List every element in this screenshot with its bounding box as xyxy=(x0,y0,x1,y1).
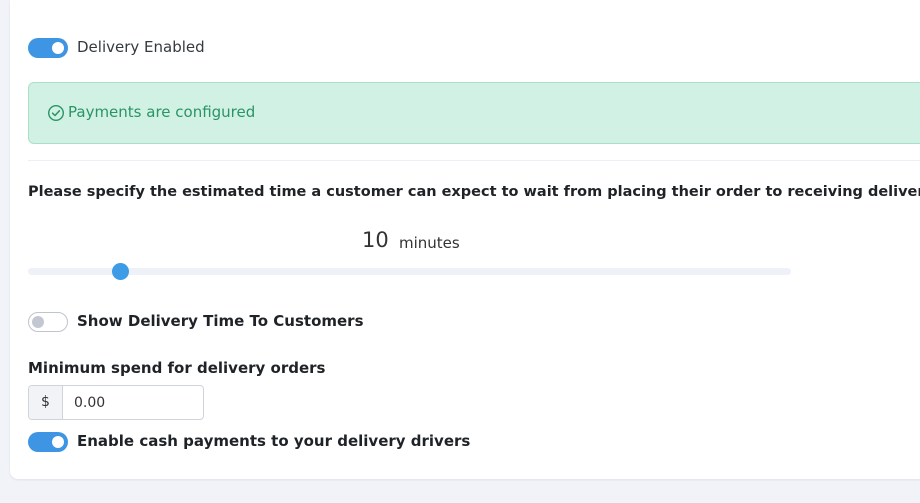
delivery-enabled-toggle[interactable] xyxy=(28,38,68,58)
wait-time-slider-thumb[interactable] xyxy=(111,263,129,280)
minimum-spend-label: Minimum spend for delivery orders xyxy=(28,359,326,377)
cash-payments-label: Enable cash payments to your delivery dr… xyxy=(77,432,471,450)
payments-configured-text: Payments are configured xyxy=(68,103,256,121)
minimum-spend-input-group: $ xyxy=(28,385,204,420)
toggle-knob xyxy=(52,42,64,54)
cash-payments-toggle[interactable] xyxy=(28,432,68,452)
payments-configured-alert: Payments are configured xyxy=(28,82,920,144)
wait-time-question: Please specify the estimated time a cust… xyxy=(28,184,920,200)
show-delivery-time-label: Show Delivery Time To Customers xyxy=(77,312,364,330)
wait-time-slider-track[interactable] xyxy=(28,268,791,275)
wait-time-unit: minutes xyxy=(399,234,460,252)
toggle-knob xyxy=(32,316,44,328)
section-divider xyxy=(28,160,920,161)
show-delivery-time-toggle[interactable] xyxy=(28,312,68,332)
wait-time-value: 10 xyxy=(362,228,389,252)
check-circle-icon xyxy=(47,104,65,122)
toggle-knob xyxy=(52,436,64,448)
minimum-spend-input[interactable] xyxy=(63,386,202,419)
currency-prefix: $ xyxy=(29,386,63,419)
delivery-enabled-label: Delivery Enabled xyxy=(77,38,205,56)
